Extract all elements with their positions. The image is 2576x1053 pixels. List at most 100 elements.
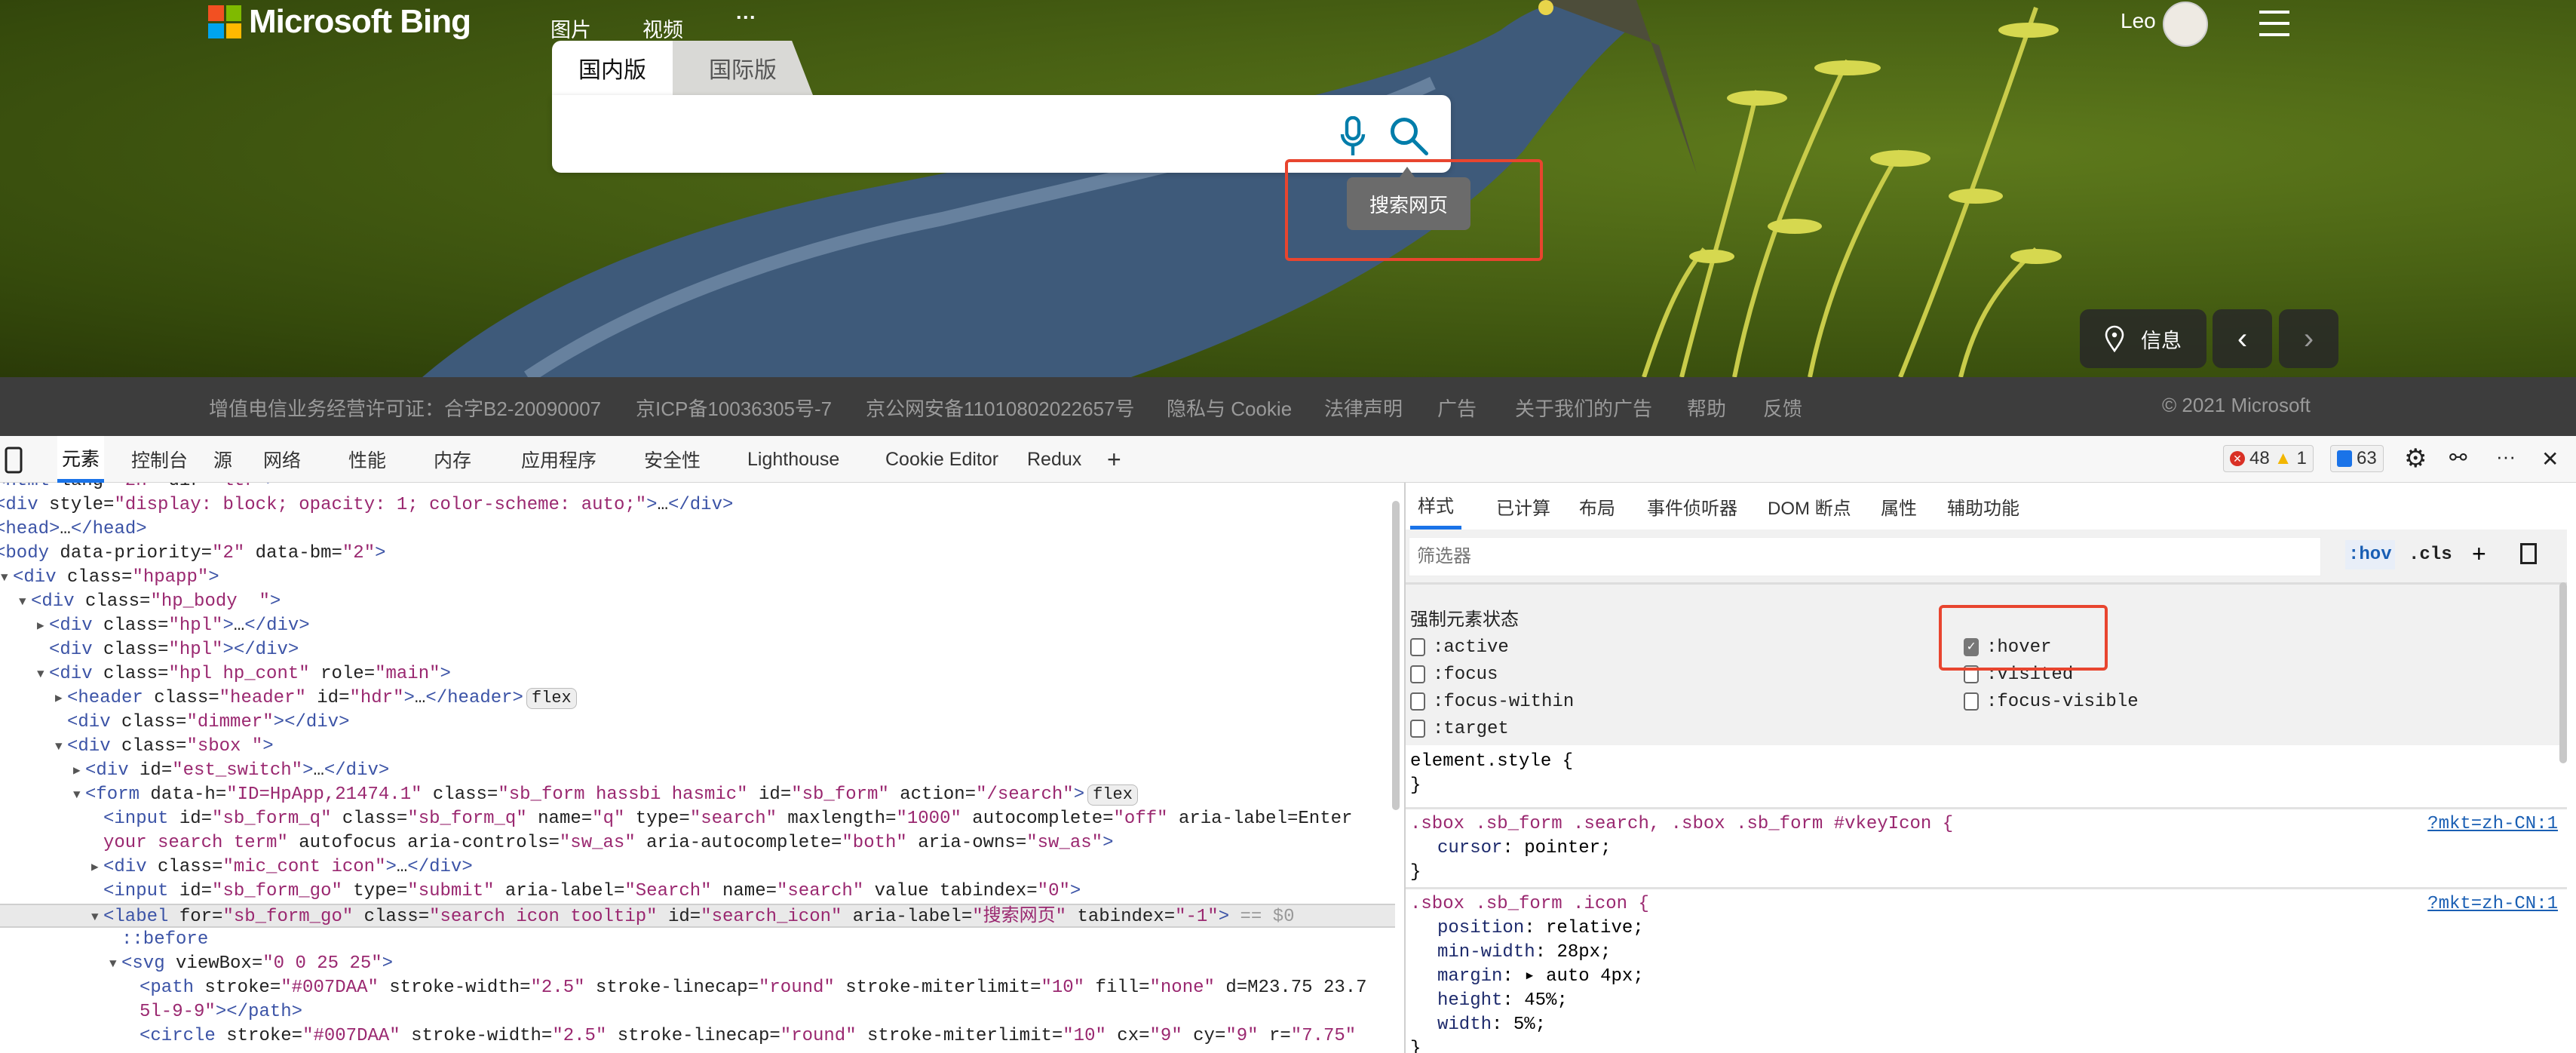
- dom-node-line[interactable]: <input id="sb_form_go" type="submit" ari…: [0, 880, 1395, 904]
- tab-layout[interactable]: 布局: [1579, 483, 1615, 530]
- footer-license[interactable]: 增值电信业务经营许可证：合字B2-20090007: [209, 394, 601, 422]
- dom-node-line[interactable]: <div class="dimmer"></div>: [0, 711, 1395, 735]
- property-name[interactable]: width: [1437, 1015, 1492, 1035]
- force-state-focus[interactable]: :focus: [1410, 665, 1498, 685]
- dom-tree-scrollbar[interactable]: [1392, 501, 1400, 810]
- expand-arrow-icon[interactable]: ▼: [55, 735, 63, 759]
- property-name[interactable]: min-width: [1437, 942, 1535, 962]
- tab-sources[interactable]: 源: [209, 436, 237, 483]
- nav-videos[interactable]: 视频: [642, 14, 683, 43]
- cls-toggle-button[interactable]: .cls: [2409, 545, 2452, 565]
- dom-node-line[interactable]: <div class="hpl"></div>: [0, 638, 1395, 662]
- tab-event-listeners[interactable]: 事件侦听器: [1647, 483, 1737, 530]
- dom-node-line[interactable]: ▼ <div class="hpl hp_cont" role="main">: [0, 662, 1395, 686]
- checkbox[interactable]: [1410, 637, 1425, 656]
- dom-node-line[interactable]: ▼ <div class="sbox ">: [0, 735, 1395, 759]
- checkbox[interactable]: [1410, 692, 1425, 711]
- tab-properties[interactable]: 属性: [1881, 483, 1917, 530]
- expand-arrow-icon[interactable]: ▼: [109, 952, 117, 976]
- footer-about-ads[interactable]: 关于我们的广告: [1515, 394, 1652, 422]
- dom-node-line[interactable]: ▼ <div class="hpapp">: [0, 566, 1395, 590]
- checkbox[interactable]: [1410, 719, 1425, 738]
- hov-toggle-button[interactable]: :hov: [2345, 540, 2395, 569]
- checkbox[interactable]: [1964, 692, 1979, 711]
- tab-redux[interactable]: Redux: [1023, 436, 1086, 483]
- dom-node-line[interactable]: your search term" autofocus aria-control…: [0, 831, 1395, 855]
- issues-counter[interactable]: ✕ 48 ▲ 1: [2223, 445, 2314, 472]
- property-value[interactable]: 28px: [1556, 942, 1600, 962]
- dom-node-line[interactable]: <path stroke="#007DAA" stroke-width="2.5…: [0, 976, 1395, 1000]
- tab-domestic[interactable]: 国内版: [552, 41, 673, 95]
- collapse-arrow-icon[interactable]: ▶: [73, 759, 81, 783]
- tab-console[interactable]: 控制台: [127, 436, 192, 483]
- expand-arrow-icon[interactable]: ▼: [37, 662, 44, 686]
- force-state-focus-visible[interactable]: :focus-visible: [1964, 692, 2139, 712]
- property-value[interactable]: 45%: [1524, 990, 1556, 1011]
- css-declaration[interactable]: position: relative;: [1410, 916, 2562, 941]
- dom-node-line[interactable]: ▶ <header class="header" id="hdr">…</head…: [0, 686, 1395, 711]
- tab-application[interactable]: 应用程序: [517, 436, 601, 483]
- property-name[interactable]: cursor: [1437, 838, 1502, 858]
- force-state-focus-within[interactable]: :focus-within: [1410, 692, 1574, 712]
- messages-counter[interactable]: 63: [2330, 445, 2384, 472]
- footer-police-record[interactable]: 京公网安备11010802022657号: [866, 394, 1135, 422]
- rule-source-link[interactable]: ?mkt=zh-CN:1: [2427, 892, 2558, 916]
- dom-node-line[interactable]: ▼ <div class="hp_body ">: [0, 590, 1395, 614]
- styles-filter-input[interactable]: [1409, 537, 2321, 576]
- search-input[interactable]: [575, 110, 1314, 155]
- tab-elements[interactable]: 元素: [57, 436, 105, 483]
- footer-feedback[interactable]: 反馈: [1763, 394, 1802, 422]
- property-value[interactable]: ▸ auto 4px: [1524, 966, 1633, 987]
- dom-node-line[interactable]: <div style="display: block; opacity: 1; …: [0, 493, 1395, 517]
- flex-badge[interactable]: flex: [1087, 784, 1138, 806]
- avatar[interactable]: [2163, 2, 2208, 47]
- dom-node-line[interactable]: ▶ <div id="est_switch">…</div>: [0, 759, 1395, 783]
- footer-ads[interactable]: 广告: [1437, 394, 1477, 422]
- device-toolbar-icon[interactable]: [5, 447, 24, 474]
- more-options-icon[interactable]: ···: [2496, 445, 2516, 468]
- force-state-active[interactable]: :active: [1410, 637, 1509, 658]
- tab-accessibility[interactable]: 辅助功能: [1947, 483, 2019, 530]
- user-name[interactable]: Leo: [2121, 9, 2156, 33]
- tab-cookie-editor[interactable]: Cookie Editor: [881, 436, 1003, 483]
- dom-node-line[interactable]: 5l-9-9"></path>: [0, 1000, 1395, 1024]
- hamburger-menu-icon[interactable]: [2259, 11, 2289, 36]
- checkbox[interactable]: [1410, 665, 1425, 683]
- footer-help[interactable]: 帮助: [1687, 394, 1726, 422]
- tab-dom-breakpoints[interactable]: DOM 断点: [1768, 483, 1851, 530]
- css-declaration[interactable]: min-width: 28px;: [1410, 941, 2562, 965]
- collapse-arrow-icon[interactable]: ▶: [37, 614, 44, 638]
- dom-node-line[interactable]: <circle stroke="#007DAA" stroke-width="2…: [0, 1024, 1395, 1048]
- add-tab-button[interactable]: +: [1102, 436, 1126, 483]
- collapse-arrow-icon[interactable]: ▶: [55, 686, 63, 711]
- property-name[interactable]: margin: [1437, 966, 1502, 987]
- toggle-sidebar-icon[interactable]: [2520, 543, 2537, 564]
- expand-arrow-icon[interactable]: ▼: [73, 783, 81, 807]
- microphone-icon[interactable]: [1339, 116, 1366, 157]
- rule-selector[interactable]: .sbox .sb_form .search, .sbox .sb_form #…: [1410, 814, 1953, 834]
- tab-styles[interactable]: 样式: [1410, 483, 1461, 530]
- remote-devices-icon[interactable]: ⚯: [2449, 445, 2467, 470]
- footer-privacy[interactable]: 隐私与 Cookie: [1167, 394, 1292, 422]
- css-declaration[interactable]: margin: ▸ auto 4px;: [1410, 965, 2562, 989]
- next-image-button[interactable]: ›: [2279, 309, 2338, 368]
- dom-node-line[interactable]: ▶ <div class="mic_cont icon">…</div>: [0, 855, 1395, 880]
- rule-source-link[interactable]: ?mkt=zh-CN:1: [2427, 812, 2558, 837]
- collapse-arrow-icon[interactable]: ▶: [91, 855, 99, 880]
- close-devtools-icon[interactable]: ✕: [2541, 447, 2559, 471]
- expand-arrow-icon[interactable]: ▼: [91, 905, 99, 929]
- css-declaration[interactable]: width: 5%;: [1410, 1013, 2562, 1037]
- info-button[interactable]: 信息: [2080, 309, 2206, 368]
- settings-gear-icon[interactable]: ⚙: [2404, 444, 2427, 474]
- footer-icp[interactable]: 京ICP备10036305号-7: [636, 394, 832, 422]
- property-value[interactable]: relative: [1546, 918, 1633, 938]
- expand-arrow-icon[interactable]: ▼: [1, 566, 8, 590]
- property-name[interactable]: height: [1437, 990, 1502, 1011]
- tab-lighthouse[interactable]: Lighthouse: [743, 436, 844, 483]
- expand-arrow-icon[interactable]: ▼: [19, 590, 26, 614]
- tab-performance[interactable]: 性能: [344, 436, 391, 483]
- element-style-selector[interactable]: element.style {: [1410, 750, 2562, 774]
- tab-computed[interactable]: 已计算: [1496, 483, 1550, 530]
- previous-image-button[interactable]: ‹: [2213, 309, 2272, 368]
- dom-node-line[interactable]: ▼ <form data-h="ID=HpApp,21474.1" class="…: [0, 783, 1395, 807]
